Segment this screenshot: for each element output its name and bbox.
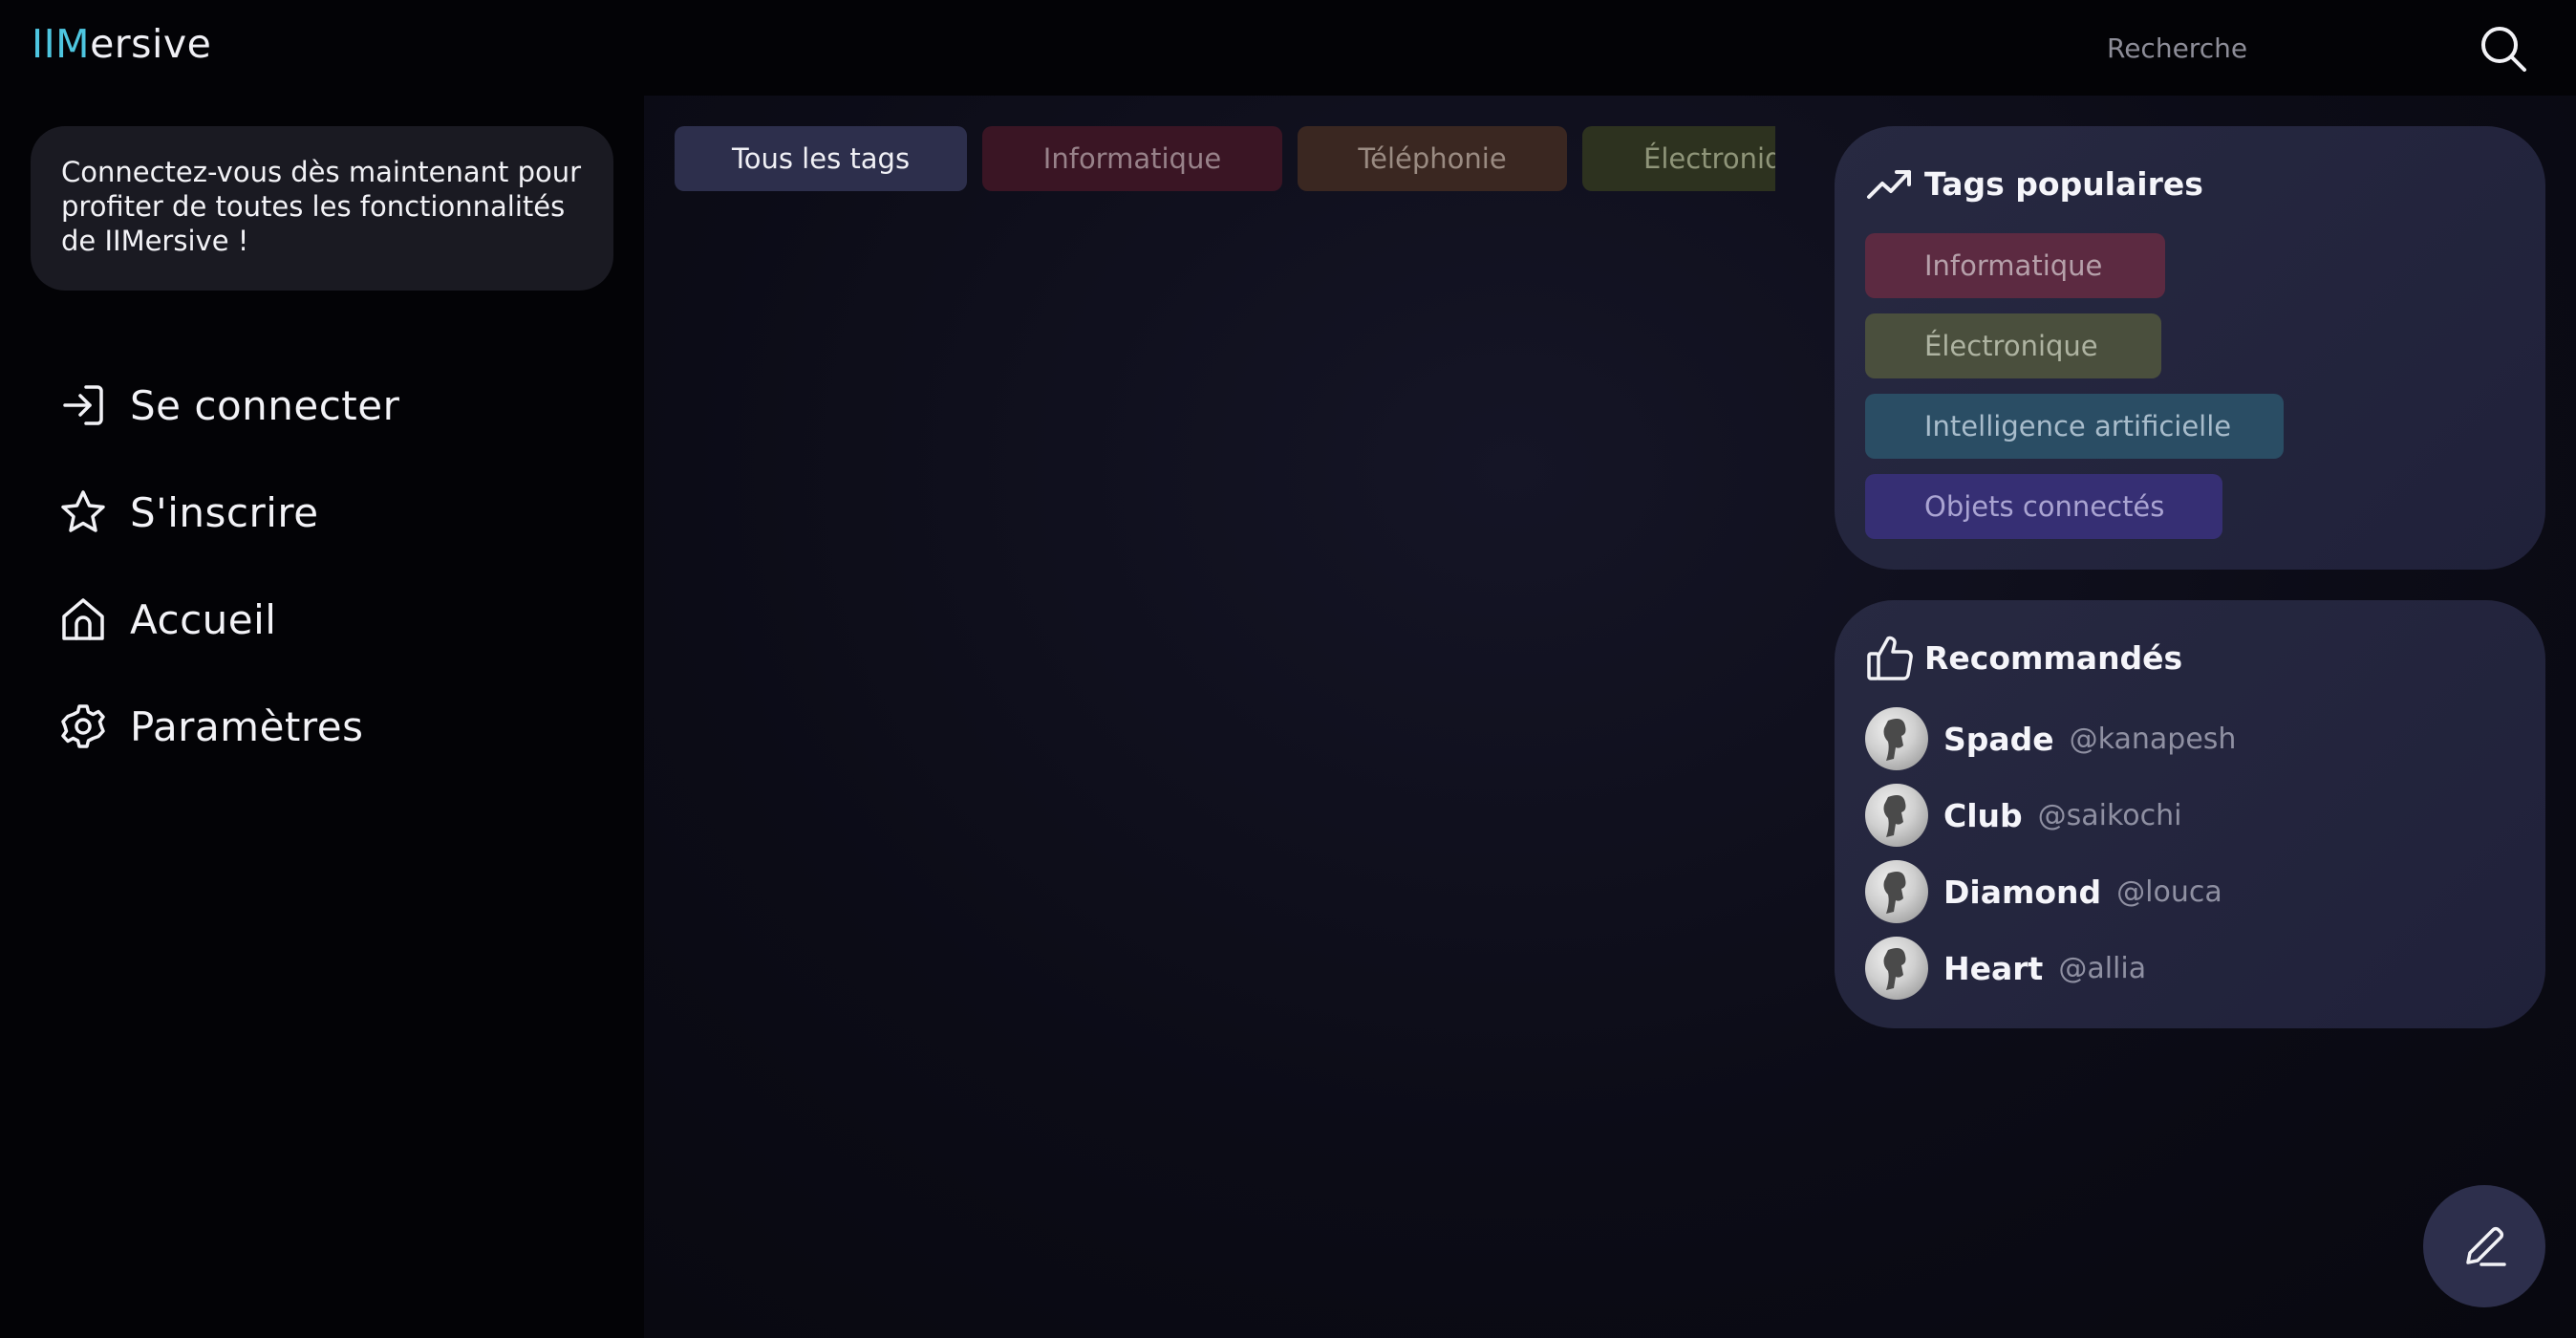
popular-tag-objets-connectes[interactable]: Objets connectés <box>1865 474 2222 539</box>
gear-icon <box>61 704 105 748</box>
home-icon <box>62 598 104 640</box>
login-icon <box>63 385 103 425</box>
nav-signup[interactable]: S'inscrire <box>59 479 594 546</box>
recommended-card: Recommandés Spade @kanapesh Club @saikoc… <box>1835 600 2545 1028</box>
tag-filter-electronique[interactable]: Électronique <box>1582 126 1775 191</box>
login-prompt-card: Connectez-vous dès maintenant pour profi… <box>31 126 613 291</box>
recommended-title: Recommandés <box>1924 638 2183 677</box>
tag-filter-informatique[interactable]: Informatique <box>982 126 1282 191</box>
thumbs-up-icon <box>1867 636 1913 680</box>
search-input[interactable] <box>2107 24 2451 72</box>
nav-login-label: Se connecter <box>130 381 400 429</box>
tag-filter-all[interactable]: Tous les tags <box>675 126 967 191</box>
star-icon <box>61 490 105 532</box>
avatar <box>1865 937 1928 1000</box>
popular-tag-electronique[interactable]: Électronique <box>1865 313 2161 378</box>
popular-tags-header: Tags populaires <box>1865 159 2203 208</box>
compose-post-button[interactable] <box>2423 1185 2545 1307</box>
nav-home[interactable]: Accueil <box>59 586 594 653</box>
recommended-user[interactable]: Spade @kanapesh <box>1865 707 2236 770</box>
popular-tag-ia[interactable]: Intelligence artificielle <box>1865 394 2284 459</box>
nav-login[interactable]: Se connecter <box>59 372 594 439</box>
top-header: IIMersive <box>0 0 2576 96</box>
avatar <box>1865 707 1928 770</box>
recommended-user[interactable]: Diamond @louca <box>1865 860 2222 923</box>
trending-up-icon <box>1867 170 1911 199</box>
avatar <box>1865 784 1928 847</box>
login-prompt-text: Connectez-vous dès maintenant pour profi… <box>61 156 582 257</box>
tag-filter-telephonie[interactable]: Téléphonie <box>1298 126 1567 191</box>
nav-settings-label: Paramètres <box>130 702 364 750</box>
app-logo[interactable]: IIMersive <box>32 21 211 67</box>
popular-tag-informatique[interactable]: Informatique <box>1865 233 2165 298</box>
recommended-user[interactable]: Club @saikochi <box>1865 784 2182 847</box>
nav-settings[interactable]: Paramètres <box>59 693 594 760</box>
recommended-header: Recommandés <box>1865 633 2182 682</box>
pencil-icon <box>2466 1226 2506 1266</box>
search-icon[interactable] <box>2479 24 2528 74</box>
avatar <box>1865 860 1928 923</box>
popular-tags-title: Tags populaires <box>1924 164 2203 203</box>
nav-home-label: Accueil <box>130 595 277 643</box>
sidebar: Connectez-vous dès maintenant pour profi… <box>0 96 644 1338</box>
popular-tags-card: Tags populaires Informatique Électroniqu… <box>1835 126 2545 570</box>
nav-signup-label: S'inscrire <box>130 488 319 536</box>
recommended-user[interactable]: Heart @allia <box>1865 937 2146 1000</box>
tag-filter-strip[interactable]: Tous les tags Informatique Téléphonie Él… <box>675 126 1775 193</box>
